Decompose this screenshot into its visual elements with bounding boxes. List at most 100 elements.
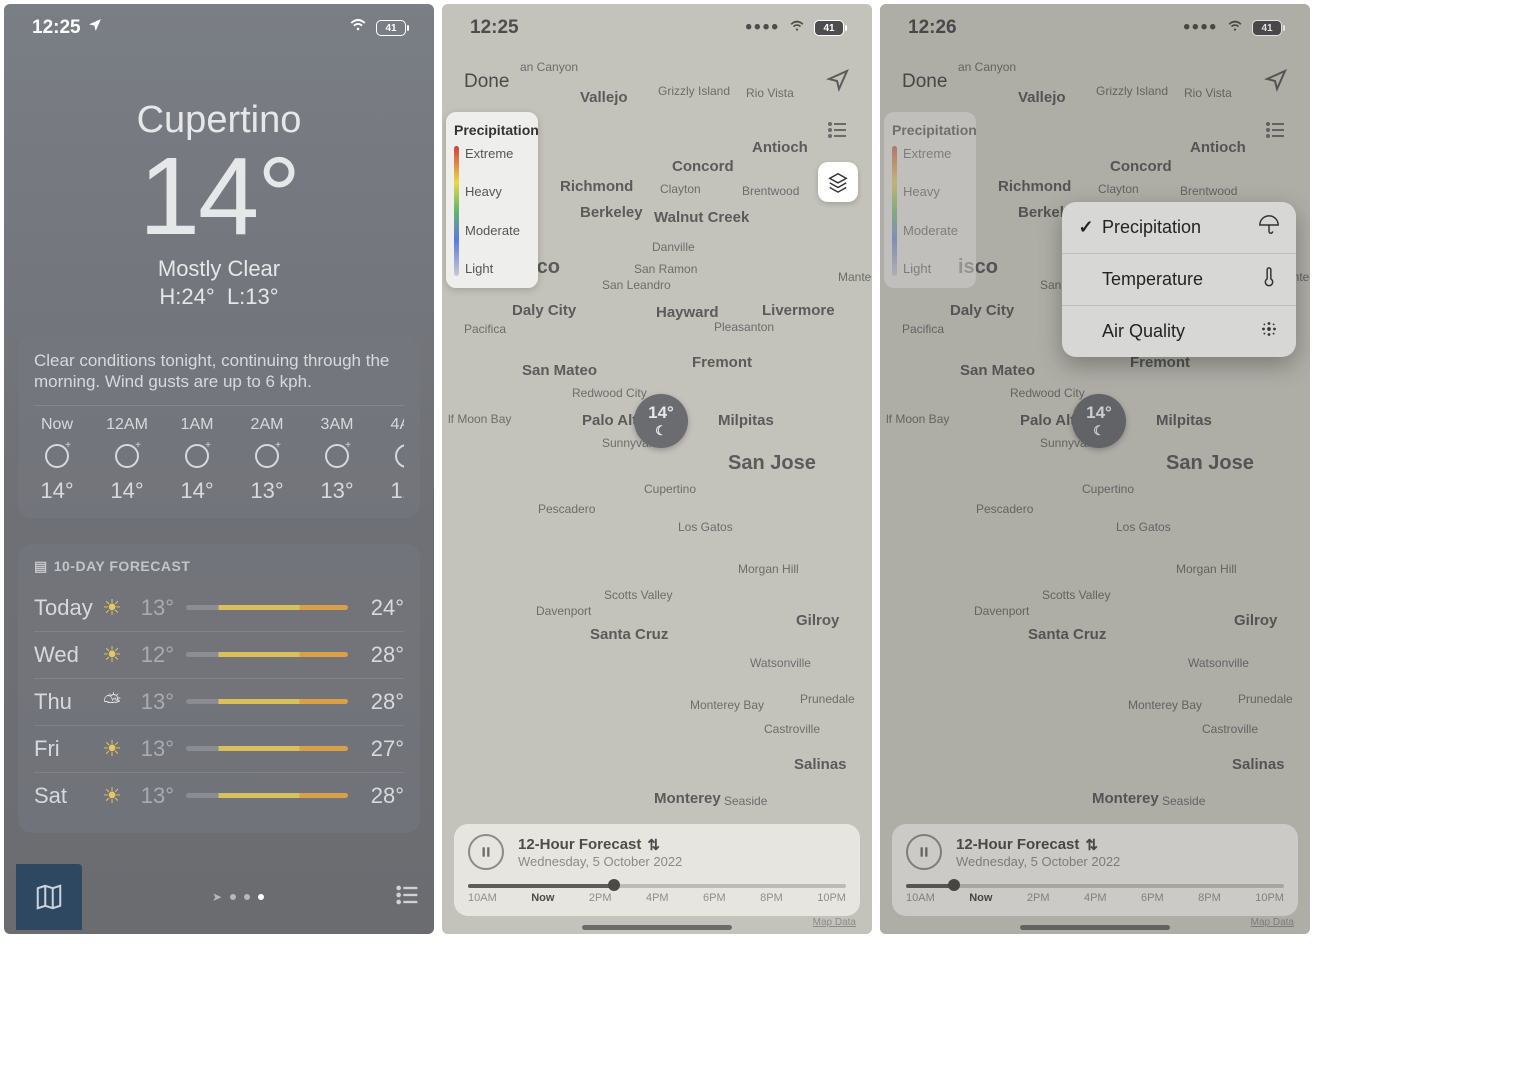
pause-button[interactable]: [468, 834, 504, 870]
daily-row[interactable]: Today ☀︎ 13° 24°: [34, 585, 404, 631]
timeline-footer[interactable]: 12-Hour Forecast⇅ Wednesday, 5 October 2…: [454, 824, 860, 916]
daily-row[interactable]: Fri ☀︎ 13° 27°: [34, 725, 404, 772]
map-city-label: Pescadero: [538, 502, 595, 516]
hour-cell: 1AM 14°: [174, 416, 220, 504]
hour-cell: 12AM 14°: [104, 416, 150, 504]
hour-label: 4AM: [391, 416, 404, 434]
chevron-updown-icon[interactable]: ⇅: [647, 836, 660, 854]
map-city-label: Cupertino: [1082, 482, 1134, 496]
layer-menu[interactable]: ✓Precipitation Temperature Air Quality: [1062, 202, 1296, 357]
chevron-updown-icon[interactable]: ⇅: [1085, 836, 1098, 854]
precipitation-legend: Precipitation ExtremeHeavyModerateLight: [884, 112, 976, 288]
daily-forecast-card[interactable]: ▤ 10-DAY FORECAST Today ☀︎ 13° 24°Wed ☀︎…: [18, 544, 420, 833]
moon-icon: [115, 444, 139, 468]
map-city-label: Antioch: [1190, 139, 1246, 156]
map-city-label: San Ramon: [634, 262, 697, 276]
list-button[interactable]: [394, 881, 422, 914]
forecast-date: Wednesday, 5 October 2022: [956, 854, 1120, 869]
dot: [230, 894, 236, 900]
map-city-label: Pacifica: [902, 322, 944, 336]
map-city-label: Daly City: [512, 302, 576, 319]
status-time: 12:25: [32, 17, 81, 39]
moon-icon: [325, 444, 349, 468]
map-city-label: Concord: [672, 158, 734, 175]
map-city-label: Los Gatos: [1116, 520, 1171, 534]
done-button[interactable]: Done: [902, 71, 947, 93]
legend-level: Moderate: [903, 223, 958, 238]
map-city-label: Castroville: [1202, 722, 1258, 736]
map-city-label: Seaside: [724, 794, 767, 808]
timeline-tick: 10AM: [906, 892, 935, 904]
map-city-label: Brentwood: [1180, 184, 1237, 198]
day-label: Today: [34, 595, 94, 621]
weather-map-screen: VallejoGrizzly IslandRio VistaConcordAnt…: [442, 4, 872, 934]
location-pin[interactable]: 14° ☾: [634, 394, 688, 448]
timeline-scrubber[interactable]: 10AMNow2PM4PM6PM8PM10PM: [468, 880, 846, 906]
layer-menu-item[interactable]: ✓Precipitation: [1062, 202, 1296, 254]
cellular-dots-icon: ••••: [1183, 17, 1218, 39]
list-toggle-button[interactable]: [1256, 110, 1296, 150]
temp-range-bar: [186, 605, 348, 610]
moon-icon: [395, 444, 404, 468]
timeline-scrubber[interactable]: 10AMNow2PM4PM6PM8PM10PM: [906, 880, 1284, 906]
daily-row[interactable]: Sat ☀︎ 13° 28°: [34, 772, 404, 819]
locate-me-button[interactable]: [826, 68, 850, 97]
home-indicator[interactable]: [1020, 925, 1170, 930]
temp-range-bar: [186, 652, 348, 657]
map-city-label: Clayton: [660, 182, 701, 196]
moon-icon: [45, 444, 69, 468]
dot: [244, 894, 250, 900]
hour-label: 2AM: [251, 416, 284, 434]
map-city-label: Santa Cruz: [590, 626, 668, 643]
location-pin[interactable]: 14° ☾: [1072, 394, 1126, 448]
status-bar: 12:26 •••• 41: [880, 4, 1310, 52]
timeline-tick: 6PM: [1141, 892, 1164, 904]
map-city-label: San Jose: [728, 452, 816, 475]
hour-cell: 4AM 12°: [384, 416, 404, 504]
hourly-row[interactable]: Now 14°12AM 14°1AM 14°2AM 13°3AM 13°4AM …: [34, 416, 404, 504]
timeline-footer[interactable]: 12-Hour Forecast⇅ Wednesday, 5 October 2…: [892, 824, 1298, 916]
layer-menu-item[interactable]: Temperature: [1062, 254, 1296, 306]
map-top-bar: Done: [880, 58, 1310, 106]
layer-menu-item[interactable]: Air Quality: [1062, 306, 1296, 357]
map-city-label: Castroville: [764, 722, 820, 736]
map-city-label: Milpitas: [1156, 412, 1212, 429]
list-toggle-button[interactable]: [818, 110, 858, 150]
temp-range-bar: [186, 746, 348, 751]
map-city-label: Salinas: [1232, 756, 1285, 773]
legend-title: Precipitation: [892, 122, 968, 138]
map-city-label: Redwood City: [572, 386, 647, 400]
pause-button[interactable]: [906, 834, 942, 870]
map-city-label: Monterey Bay: [1128, 698, 1202, 712]
hour-temp: 14°: [180, 478, 213, 504]
done-button[interactable]: Done: [464, 71, 509, 93]
layers-button[interactable]: [818, 162, 858, 202]
high-temp: 28°: [360, 783, 404, 809]
map-city-label: lf Moon Bay: [448, 412, 511, 426]
timeline-tick: 4PM: [646, 892, 669, 904]
map-city-label: Watsonville: [750, 656, 811, 670]
locate-me-button[interactable]: [1264, 68, 1288, 97]
map-data-link[interactable]: Map Data: [1251, 917, 1294, 928]
hourly-forecast-card[interactable]: Clear conditions tonight, continuing thr…: [18, 336, 420, 518]
map-city-label: Prunedale: [1238, 692, 1293, 706]
current-temp: 14°: [4, 142, 434, 252]
map-city-label: Monterey: [654, 790, 721, 807]
legend-level: Extreme: [903, 146, 958, 161]
low-temp: 13°: [130, 736, 174, 762]
daily-row[interactable]: Thu ⛅︎ 13° 28°: [34, 678, 404, 725]
scrubber-knob[interactable]: [608, 879, 620, 891]
page-dots[interactable]: ➤: [212, 890, 264, 904]
day-label: Wed: [34, 642, 94, 668]
home-indicator[interactable]: [582, 925, 732, 930]
scrubber-knob[interactable]: [948, 879, 960, 891]
legend-gradient: [892, 146, 897, 276]
map-city-label: San Jose: [1166, 452, 1254, 475]
map-button[interactable]: [16, 864, 82, 930]
calendar-icon: ▤: [34, 558, 48, 575]
thermometer-icon: [1258, 266, 1280, 293]
daily-row[interactable]: Wed ☀︎ 12° 28°: [34, 631, 404, 678]
status-time: 12:25: [470, 17, 519, 39]
hour-label: Now: [41, 416, 73, 434]
map-data-link[interactable]: Map Data: [813, 917, 856, 928]
